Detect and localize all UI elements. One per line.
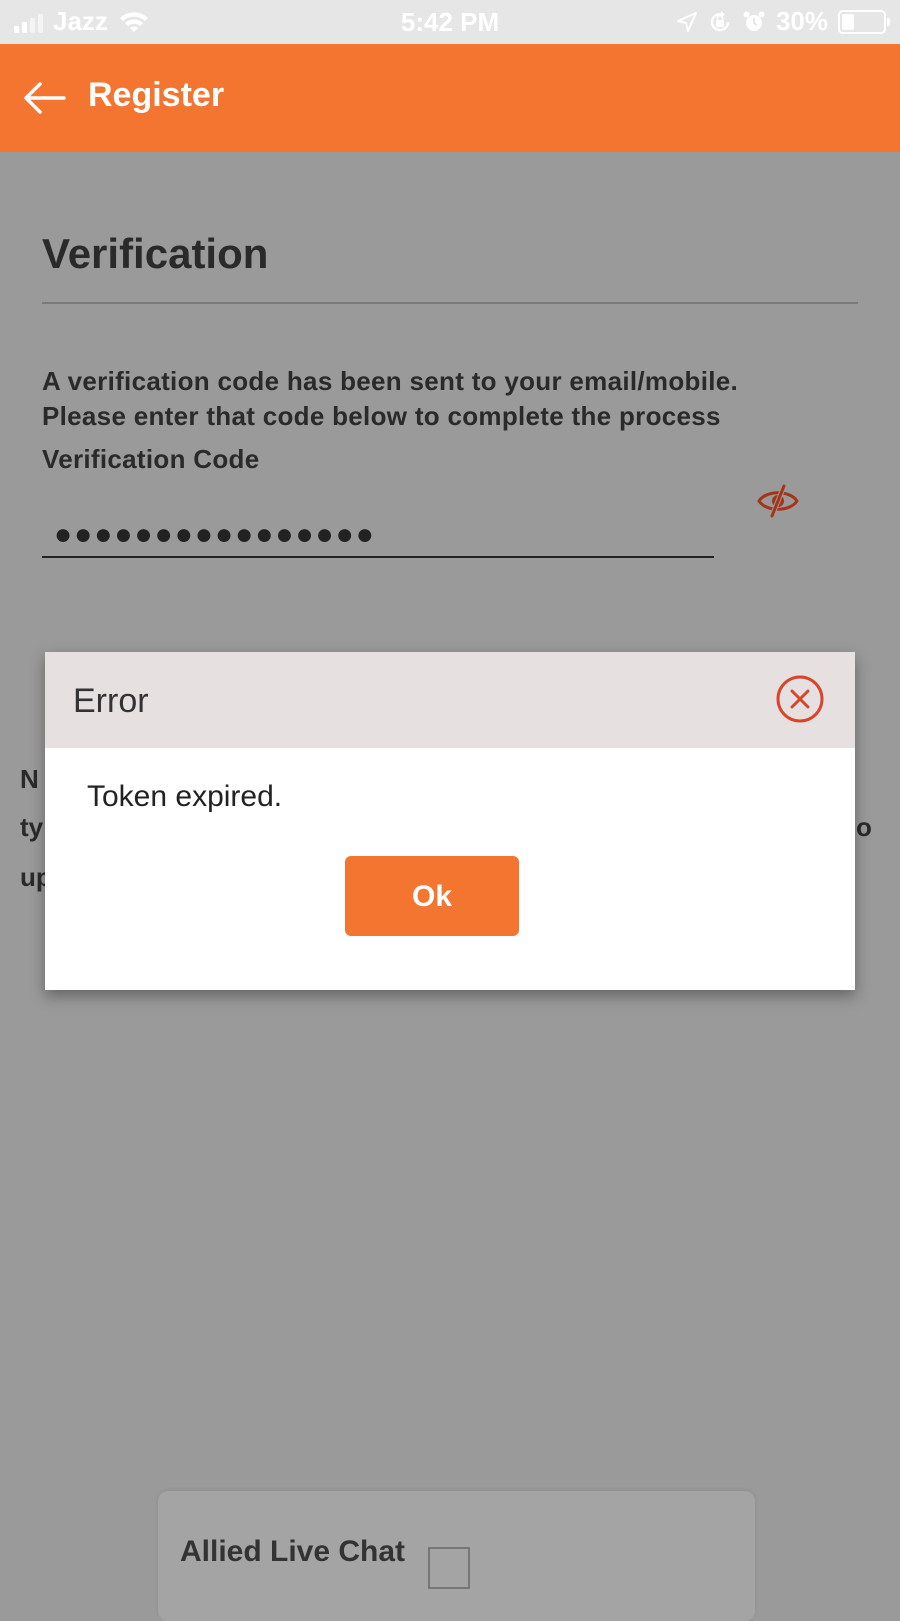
battery-fill bbox=[842, 13, 854, 30]
close-circle-icon[interactable] bbox=[775, 674, 825, 724]
instruction-line-1: A verification code has been sent to you… bbox=[42, 366, 739, 396]
orientation-lock-icon bbox=[710, 10, 730, 31]
status-right: 30% bbox=[676, 6, 890, 37]
eye-slash-icon[interactable] bbox=[756, 484, 800, 518]
instruction-line-2: Please enter that code below to complete… bbox=[42, 401, 721, 431]
arrow-left-icon[interactable] bbox=[22, 80, 66, 116]
alarm-icon bbox=[743, 11, 765, 31]
chat-title: Allied Live Chat bbox=[180, 1535, 406, 1568]
verification-code-input[interactable]: ●●●●●●●●●●●●●●●● bbox=[42, 512, 714, 558]
obscured-text-4: o bbox=[856, 812, 872, 842]
page-title: Verification bbox=[42, 230, 269, 277]
status-bar: Jazz 5:42 PM 30% bbox=[0, 0, 900, 44]
error-dialog: Error Token expired. Ok bbox=[45, 652, 855, 990]
app-header: Register bbox=[0, 44, 900, 152]
live-chat-widget[interactable]: Allied Live Chat bbox=[158, 1491, 755, 1621]
verification-code-label: Verification Code bbox=[42, 444, 260, 474]
battery-icon bbox=[838, 9, 890, 34]
title-divider bbox=[42, 302, 858, 304]
obscured-text-2: ty bbox=[20, 812, 44, 842]
chat-toggle-box[interactable] bbox=[428, 1547, 470, 1589]
dialog-title: Error bbox=[73, 682, 149, 720]
instruction-text: A verification code has been sent to you… bbox=[42, 364, 862, 434]
location-icon bbox=[676, 11, 697, 32]
dialog-header: Error bbox=[45, 652, 855, 748]
battery-percent: 30% bbox=[775, 6, 828, 36]
ok-button[interactable]: Ok bbox=[345, 856, 519, 936]
header-title: Register bbox=[88, 76, 225, 114]
obscured-text-1: N bbox=[20, 764, 39, 794]
dialog-message: Token expired. bbox=[87, 780, 283, 813]
